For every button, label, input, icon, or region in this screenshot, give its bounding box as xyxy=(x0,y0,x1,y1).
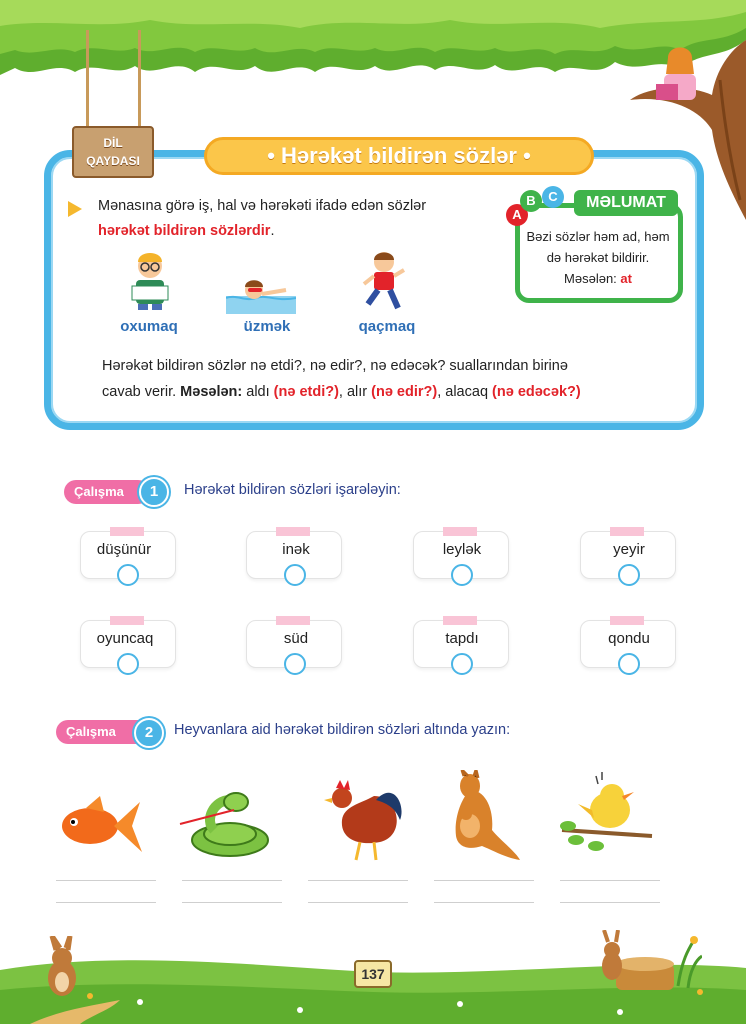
qt-c: , alır xyxy=(338,384,372,400)
answer-circle[interactable] xyxy=(451,564,473,586)
info-example: at xyxy=(620,271,632,286)
answer-line[interactable] xyxy=(434,902,534,903)
boy-reading-book-illustration xyxy=(131,253,169,310)
word-label: inək xyxy=(282,541,310,558)
qt-example-label: Məsələn: xyxy=(180,384,243,400)
word-label: leylək xyxy=(442,541,482,558)
word-card-tab xyxy=(443,616,477,625)
rule-highlight: hərəkət bildirən sözlərdir xyxy=(98,223,271,239)
exercise1-label: Çalışma xyxy=(64,480,150,504)
answer-circle[interactable] xyxy=(117,564,139,586)
answer-circle[interactable] xyxy=(117,653,139,675)
sign-line1: DİL xyxy=(103,136,123,150)
exercise2-number: 2 xyxy=(134,718,164,748)
question-text-line2: cavab verir. Məsələn: aldı (nə etdi?), a… xyxy=(102,384,682,400)
exercise1-number: 1 xyxy=(139,477,169,507)
answer-circle[interactable] xyxy=(618,653,640,675)
rule-period: . xyxy=(270,223,275,239)
question-text-line1: Hərəkət bildirən sözlər nə etdi?, nə edi… xyxy=(102,358,568,374)
answer-line[interactable] xyxy=(182,880,282,881)
singing-bird-icon xyxy=(560,772,653,851)
qt-b: aldı xyxy=(242,384,274,400)
info-text: Bəzi sözlər həm ad, həm də hərəkət bildi… xyxy=(522,226,674,289)
abc-letter-b: B xyxy=(520,190,542,212)
example-word-3: qaçmaq xyxy=(358,318,416,335)
answer-line[interactable] xyxy=(560,902,660,903)
sign-rope-left xyxy=(86,30,89,130)
answer-line[interactable] xyxy=(308,902,408,903)
answer-line[interactable] xyxy=(182,902,282,903)
qt-q2: (nə edir?) xyxy=(371,384,438,400)
word-label: süd xyxy=(283,630,309,647)
answer-circle[interactable] xyxy=(618,564,640,586)
snake-icon xyxy=(179,792,269,857)
play-arrow-icon xyxy=(68,201,82,217)
word-card-tab xyxy=(110,527,144,536)
word-label: yeyir xyxy=(613,541,645,558)
info-body: Bəzi sözlər həm ad, həm də hərəkət bildi… xyxy=(526,229,670,286)
word-label: oyuncaq xyxy=(96,630,154,647)
word-card-tab xyxy=(443,527,477,536)
qt-q1: (nə etdi?) xyxy=(273,384,339,400)
kangaroo-icon xyxy=(455,770,520,860)
answer-line[interactable] xyxy=(56,880,156,881)
answer-circle[interactable] xyxy=(451,653,473,675)
answer-line[interactable] xyxy=(308,880,408,881)
sign-rope-right xyxy=(138,30,141,130)
boy-swimming-illustration xyxy=(226,280,296,314)
exercise2-instruction: Heyvanlara aid hərəkət bildirən sözləri … xyxy=(174,722,511,738)
page-number: 137 xyxy=(354,960,392,988)
example-word-2: üzmək xyxy=(243,318,291,335)
rooster-icon xyxy=(324,780,402,861)
word-card-tab xyxy=(276,616,310,625)
qt-q3: (nə edəcək?) xyxy=(492,384,581,400)
rabbit-left-icon xyxy=(48,936,76,996)
answer-line[interactable] xyxy=(56,902,156,903)
answer-circle[interactable] xyxy=(284,564,306,586)
dil-qaydasi-sign: DİL QAYDASI xyxy=(72,126,154,178)
boy-running-illustration xyxy=(362,252,406,310)
word-card-tab xyxy=(610,616,644,625)
word-card-tab xyxy=(276,527,310,536)
qt-a: cavab verir. xyxy=(102,384,181,400)
word-label: qondu xyxy=(608,630,650,647)
rule-text-line1: Mənasına görə iş, hal və hərəkəti ifadə … xyxy=(98,198,427,214)
answer-circle[interactable] xyxy=(284,653,306,675)
rule-text-line2: hərəkət bildirən sözlərdir. xyxy=(98,223,498,239)
word-label: tapdı xyxy=(445,630,479,647)
example-word-1: oxumaq xyxy=(120,318,178,335)
qt-d: , alacaq xyxy=(437,384,493,400)
sign-line2: QAYDASI xyxy=(86,154,140,168)
word-label: düşünür xyxy=(96,541,152,558)
abc-letter-c: C xyxy=(542,186,564,208)
word-card-tab xyxy=(110,616,144,625)
rabbit-on-stump-icon xyxy=(602,930,702,990)
page-title: • Hərəkət bildirən sözlər • xyxy=(204,137,594,175)
word-card-tab xyxy=(610,527,644,536)
info-title: MƏLUMAT xyxy=(574,190,678,216)
exercise1-instruction: Hərəkət bildirən sözləri işarələyin: xyxy=(184,482,401,498)
answer-line[interactable] xyxy=(434,880,534,881)
goldfish-icon xyxy=(62,796,142,852)
answer-line[interactable] xyxy=(560,880,660,881)
